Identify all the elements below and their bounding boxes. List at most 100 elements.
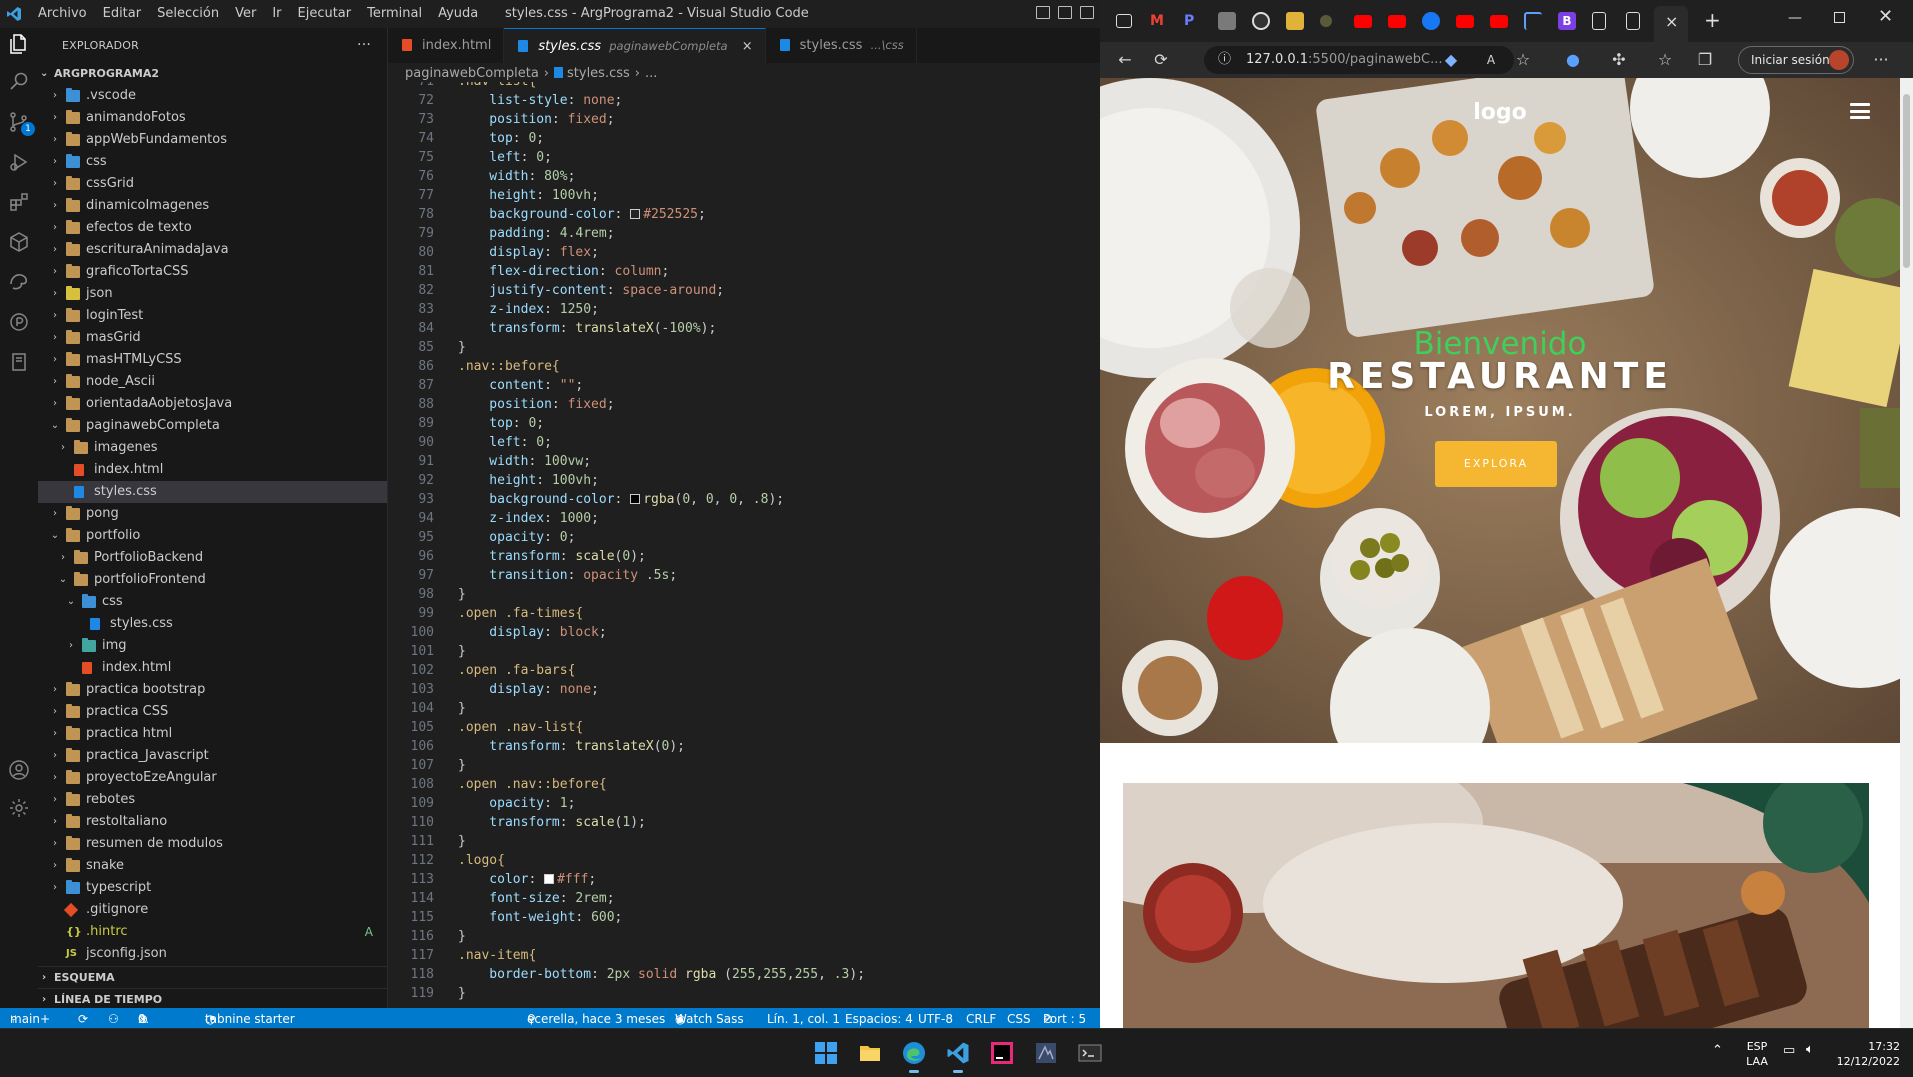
code-line[interactable]: 88 position: fixed;: [388, 395, 1100, 414]
close-window-icon[interactable]: ✕: [1878, 6, 1893, 27]
file-explorer-icon[interactable]: [858, 1041, 882, 1065]
tab-actions-icon[interactable]: [1116, 14, 1132, 28]
folder-item[interactable]: › masGrid: [38, 327, 387, 349]
folder-item[interactable]: ⌄ paginawebCompleta: [38, 415, 387, 437]
code-line[interactable]: 106 transform: translateX(0);: [388, 737, 1100, 756]
favorites-icon[interactable]: ☆: [1656, 51, 1674, 69]
file-item[interactable]: index.html: [38, 459, 387, 481]
code-line[interactable]: 95 opacity: 0;: [388, 528, 1100, 547]
more-actions-icon[interactable]: ···: [357, 28, 371, 63]
volume-icon[interactable]: 🔈︎: [1806, 1042, 1814, 1057]
new-tab-icon[interactable]: +: [1704, 8, 1721, 32]
code-line[interactable]: 75 left: 0;: [388, 148, 1100, 167]
extension-icon[interactable]: ◆: [1442, 51, 1460, 69]
code-line[interactable]: 77 height: 100vh;: [388, 186, 1100, 205]
timeline-section[interactable]: › LÍNEA DE TIEMPO: [38, 988, 387, 1010]
code-line[interactable]: 93 background-color: rgba(0, 0, 0, .8);: [388, 490, 1100, 509]
extensions-icon[interactable]: [7, 190, 31, 214]
code-line[interactable]: 105 .open .nav-list{: [388, 718, 1100, 737]
page-scrollbar[interactable]: [1900, 78, 1913, 1028]
toggle-panel-icon[interactable]: [1058, 6, 1072, 19]
bootstrap-tab-icon[interactable]: B: [1558, 12, 1576, 30]
code-line[interactable]: 78 background-color: #252525;: [388, 205, 1100, 224]
toggle-secondary-sidebar-icon[interactable]: [1080, 6, 1094, 19]
timeline-view-icon[interactable]: [7, 310, 31, 334]
start-icon[interactable]: [814, 1041, 838, 1065]
code-line[interactable]: 74 top: 0;: [388, 129, 1100, 148]
code-line[interactable]: 115 font-weight: 600;: [388, 908, 1100, 927]
code-line[interactable]: 99 .open .fa-times{: [388, 604, 1100, 623]
remote-explorer-icon[interactable]: [7, 230, 31, 254]
file-item[interactable]: .gitignore: [38, 899, 387, 921]
code-line[interactable]: 118 border-bottom: 2px solid rgba (255,2…: [388, 965, 1100, 984]
tab-icon[interactable]: [1320, 15, 1332, 27]
code-line[interactable]: 98}: [388, 585, 1100, 604]
code-line[interactable]: 103 display: none;: [388, 680, 1100, 699]
breadcrumb-folder[interactable]: paginawebCompleta: [405, 66, 539, 81]
intellij-taskbar-icon[interactable]: [990, 1041, 1014, 1065]
collections-icon[interactable]: ❐: [1696, 51, 1714, 69]
folder-item[interactable]: › efectos de texto: [38, 217, 387, 239]
eol-status[interactable]: CRLF: [966, 1008, 996, 1030]
code-line[interactable]: 114 font-size: 2rem;: [388, 889, 1100, 908]
folder-item[interactable]: › rebotes: [38, 789, 387, 811]
edge-devtools-icon[interactable]: [7, 270, 31, 294]
minimize-icon[interactable]: —: [1788, 10, 1802, 26]
app-taskbar-icon[interactable]: [1034, 1041, 1058, 1065]
folder-item[interactable]: › orientadaAobjetosJava: [38, 393, 387, 415]
menu-ver[interactable]: Ver: [227, 0, 264, 28]
read-aloud-icon[interactable]: A: [1482, 51, 1500, 69]
tab-icon[interactable]: [1218, 12, 1236, 30]
folder-item[interactable]: › css: [38, 151, 387, 173]
facebook-tab-icon[interactable]: [1422, 12, 1440, 30]
code-line[interactable]: 101}: [388, 642, 1100, 661]
code-line[interactable]: 97 transition: opacity .5s;: [388, 566, 1100, 585]
code-line[interactable]: 73 position: fixed;: [388, 110, 1100, 129]
folder-item[interactable]: › node_Ascii: [38, 371, 387, 393]
close-tab-icon[interactable]: ×: [1665, 12, 1678, 31]
folder-item[interactable]: › resumen de modulos: [38, 833, 387, 855]
code-line[interactable]: 82 justify-content: space-around;: [388, 281, 1100, 300]
network-icon[interactable]: ▭: [1783, 1043, 1795, 1058]
tab-styles-css-other[interactable]: styles.css ...\css: [765, 28, 917, 63]
code-line[interactable]: 102 .open .fa-bars{: [388, 661, 1100, 680]
site-logo[interactable]: logo: [1400, 100, 1600, 125]
code-line[interactable]: 85}: [388, 338, 1100, 357]
folder-item[interactable]: ⌄ css: [38, 591, 387, 613]
search-icon[interactable]: [7, 70, 31, 94]
indentation-status[interactable]: Espacios: 4: [845, 1008, 913, 1030]
code-line[interactable]: 86 .nav::before{: [388, 357, 1100, 376]
code-line[interactable]: 71 .nav-list{: [388, 82, 1100, 91]
menu-ir[interactable]: Ir: [264, 0, 289, 28]
page-tab-icon[interactable]: [1592, 12, 1606, 30]
profile-extension-icon[interactable]: ●: [1564, 51, 1582, 69]
code-line[interactable]: 107}: [388, 756, 1100, 775]
folder-item[interactable]: › .vscode: [38, 85, 387, 107]
folder-item[interactable]: › imagenes: [38, 437, 387, 459]
menu-ejecutar[interactable]: Ejecutar: [290, 0, 360, 28]
code-line[interactable]: 92 height: 100vh;: [388, 471, 1100, 490]
language-indicator[interactable]: ESP LAA: [1742, 1039, 1772, 1069]
source-control-icon[interactable]: 1: [7, 110, 35, 136]
code-line[interactable]: 113 color: #fff;: [388, 870, 1100, 889]
site-info-icon[interactable]: ⓘ: [1218, 46, 1231, 74]
code-line[interactable]: 116}: [388, 927, 1100, 946]
file-item[interactable]: {} .hintrc A: [38, 921, 387, 943]
live-share-icon[interactable]: ⚇: [108, 1008, 119, 1030]
folder-item[interactable]: › PortfolioBackend: [38, 547, 387, 569]
folder-item[interactable]: › practica_Javascript: [38, 745, 387, 767]
file-item[interactable]: styles.css: [38, 613, 387, 635]
tab-styles-css-active[interactable]: styles.css paginawebCompleta ×: [504, 28, 766, 63]
folder-item[interactable]: › snake: [38, 855, 387, 877]
active-tab[interactable]: ×: [1654, 6, 1688, 42]
folder-item[interactable]: › masHTMLyCSS: [38, 349, 387, 371]
code-line[interactable]: 104}: [388, 699, 1100, 718]
youtube-tab-icon[interactable]: [1354, 15, 1372, 28]
code-line[interactable]: 100 display: block;: [388, 623, 1100, 642]
chevron-up-icon[interactable]: ⌃: [1712, 1043, 1723, 1058]
vscode-taskbar-icon[interactable]: [946, 1041, 970, 1073]
menu-seleccion[interactable]: Selección: [149, 0, 227, 28]
folder-item[interactable]: › json: [38, 283, 387, 305]
folder-item[interactable]: › pong: [38, 503, 387, 525]
breadcrumb-symbol[interactable]: ...: [645, 66, 657, 81]
